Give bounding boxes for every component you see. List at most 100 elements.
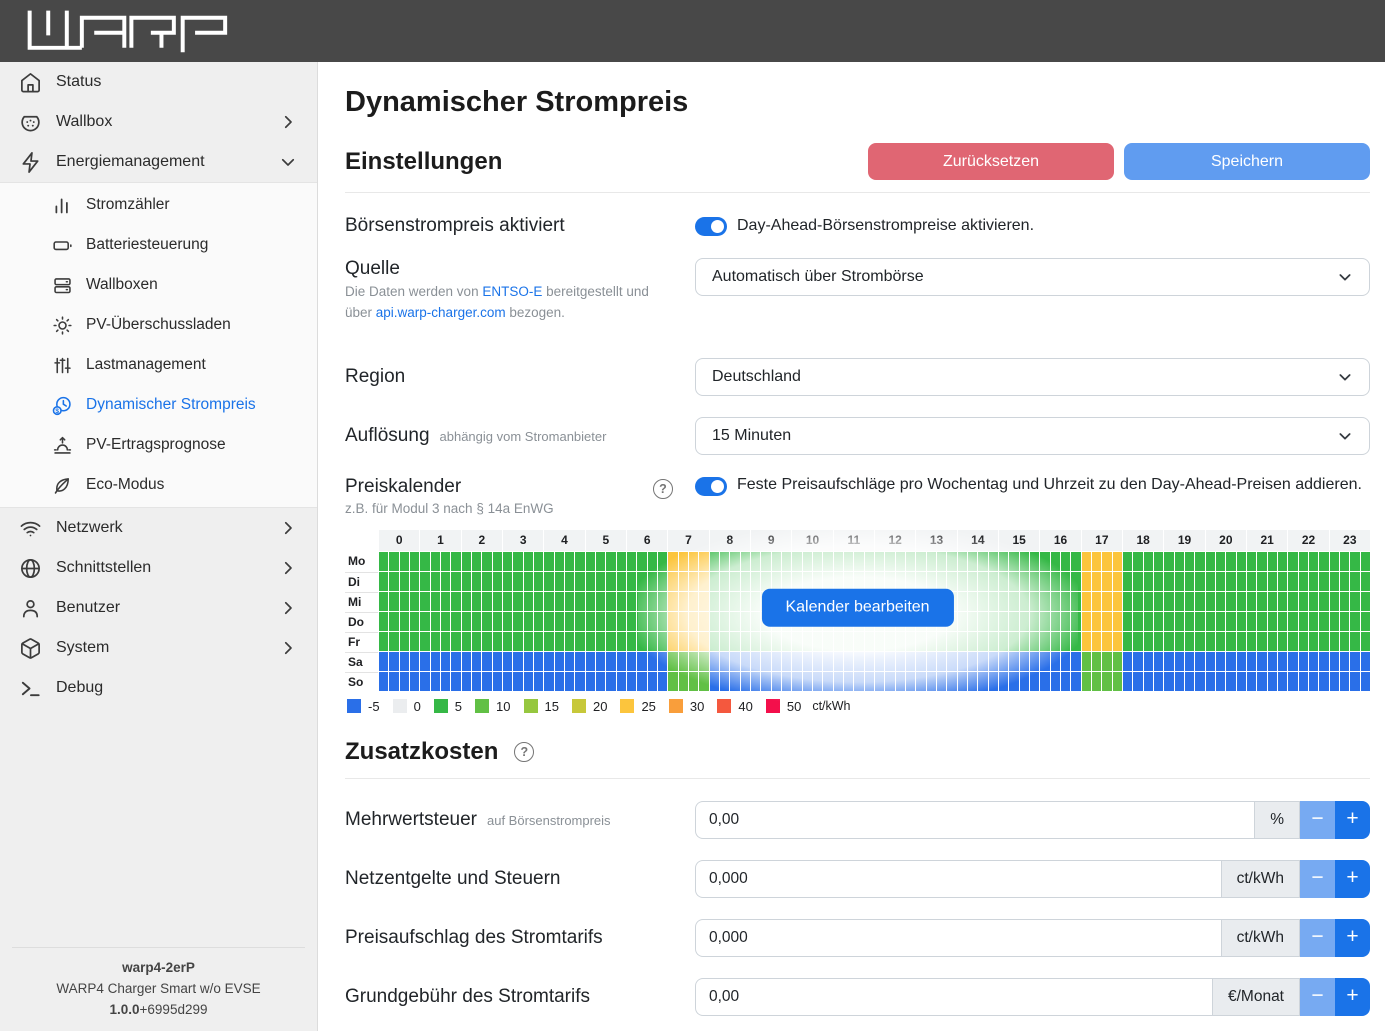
calendar-cell	[482, 592, 491, 611]
calendar-cell	[1340, 592, 1349, 611]
sidebar-item-debug[interactable]: Debug	[0, 668, 317, 708]
sidebar-item-wallbox[interactable]: Wallbox	[0, 102, 317, 142]
decrement-button[interactable]: −	[1300, 978, 1335, 1016]
mehrwertsteuer-note: auf Börsenstrompreis	[487, 813, 611, 828]
calendar-cell	[648, 592, 657, 611]
calendar-cell	[896, 632, 905, 651]
chevron-right-icon	[279, 519, 297, 537]
chevron-down-icon	[1337, 269, 1353, 285]
mehrwertsteuer-input[interactable]	[695, 801, 1254, 839]
sidebar-item-stromzaehler[interactable]: Stromzähler	[0, 185, 317, 225]
netzentgelte-input[interactable]	[695, 860, 1221, 898]
calendar-cell	[937, 632, 946, 651]
sidebar-item-benutzer[interactable]: Benutzer	[0, 588, 317, 628]
sidebar-item-lastmanagement[interactable]: Lastmanagement	[0, 345, 317, 385]
help-icon[interactable]: ?	[514, 742, 534, 762]
calendar-cell	[999, 612, 1008, 631]
calendar-cell	[1288, 572, 1297, 591]
calendar-cell	[999, 552, 1008, 571]
sidebar-item-dynamischer-strompreis[interactable]: $ Dynamischer Strompreis	[0, 385, 317, 425]
calendar-cell	[606, 632, 615, 651]
calendar-cell	[689, 552, 698, 571]
region-select[interactable]: Deutschland	[695, 358, 1370, 396]
increment-button[interactable]: +	[1335, 919, 1370, 957]
increment-button[interactable]: +	[1335, 801, 1370, 839]
calendar-cell	[606, 672, 615, 691]
zusatzkosten-heading: Zusatzkosten	[345, 738, 498, 766]
calendar-cell	[1102, 652, 1111, 671]
calendar-cell	[565, 612, 574, 631]
calendar-cell	[947, 672, 956, 691]
calendar-cell	[741, 652, 750, 671]
calendar-cell	[803, 652, 812, 671]
edit-calendar-button[interactable]: Kalender bearbeiten	[761, 589, 953, 627]
sidebar-item-status[interactable]: Status	[0, 62, 317, 102]
calendar-cell	[389, 592, 398, 611]
calendar-cell	[637, 632, 646, 651]
sidebar-item-energiemanagement[interactable]: Energiemanagement	[0, 142, 317, 182]
calendar-cell	[834, 552, 843, 571]
decrement-button[interactable]: −	[1300, 860, 1335, 898]
calendar-hour-header: 16	[1040, 530, 1080, 551]
reset-button[interactable]: Zurücksetzen	[868, 143, 1114, 180]
sidebar-item-eco-modus[interactable]: Eco-Modus	[0, 465, 317, 505]
calendar-cell	[1278, 652, 1287, 671]
preiskalender-toggle[interactable]	[695, 477, 727, 496]
increment-button[interactable]: +	[1335, 860, 1370, 898]
preisaufschlag-input[interactable]	[695, 919, 1221, 957]
boersenstrompreis-toggle[interactable]	[695, 217, 727, 236]
api-warp-charger-link[interactable]: api.warp-charger.com	[376, 305, 506, 320]
calendar-cell	[1061, 612, 1070, 631]
calendar-cell	[575, 652, 584, 671]
help-icon[interactable]: ?	[653, 479, 673, 499]
sidebar-item-netzwerk[interactable]: Netzwerk	[0, 508, 317, 548]
calendar-hour-header: 18	[1123, 530, 1163, 551]
calendar-cell	[1009, 632, 1018, 651]
calendar-cell	[1071, 592, 1080, 611]
calendar-cell	[1195, 632, 1204, 651]
calendar-cell	[699, 632, 708, 651]
grundgebuehr-input[interactable]	[695, 978, 1212, 1016]
calendar-cell	[1154, 552, 1163, 571]
calendar-cell	[1288, 612, 1297, 631]
calendar-cell	[451, 592, 460, 611]
sidebar-item-batteriesteuerung[interactable]: Batteriesteuerung	[0, 225, 317, 265]
calendar-cell	[596, 652, 605, 671]
calendar-cell	[617, 572, 626, 591]
calendar-cell	[1268, 552, 1277, 571]
entso-e-link[interactable]: ENTSO-E	[482, 284, 542, 299]
calendar-cell	[782, 652, 791, 671]
aufloesung-select[interactable]: 15 Minuten	[695, 417, 1370, 455]
calendar-cell	[462, 652, 471, 671]
calendar-cell	[865, 552, 874, 571]
calendar-cell	[1020, 552, 1029, 571]
save-button[interactable]: Speichern	[1124, 143, 1370, 180]
calendar-cell	[1030, 552, 1039, 571]
quelle-select[interactable]: Automatisch über Strombörse	[695, 258, 1370, 296]
calendar-cell	[431, 652, 440, 671]
calendar-cell	[989, 612, 998, 631]
calendar-cell	[658, 572, 667, 591]
decrement-button[interactable]: −	[1300, 801, 1335, 839]
decrement-button[interactable]: −	[1300, 919, 1335, 957]
calendar-cell	[462, 552, 471, 571]
unit-label: %	[1254, 801, 1300, 839]
calendar-cell	[606, 592, 615, 611]
calendar-cell	[1030, 632, 1039, 651]
sidebar-item-wallboxen[interactable]: Wallboxen	[0, 265, 317, 305]
calendar-cell	[493, 552, 502, 571]
sidebar-item-pv-ueberschussladen[interactable]: PV-Überschussladen	[0, 305, 317, 345]
calendar-cell	[679, 572, 688, 591]
sidebar-item-pv-ertragsprognose[interactable]: PV-Ertragsprognose	[0, 425, 317, 465]
calendar-cell	[627, 672, 636, 691]
calendar-cell	[772, 632, 781, 651]
calendar-cell	[668, 572, 677, 591]
increment-button[interactable]: +	[1335, 978, 1370, 1016]
calendar-cell	[1154, 612, 1163, 631]
sidebar-item-system[interactable]: System	[0, 628, 317, 668]
calendar-cell	[493, 592, 502, 611]
calendar-cell	[472, 612, 481, 631]
calendar-cell	[1061, 572, 1070, 591]
legend-swatch	[572, 699, 586, 713]
sidebar-item-schnittstellen[interactable]: Schnittstellen	[0, 548, 317, 588]
